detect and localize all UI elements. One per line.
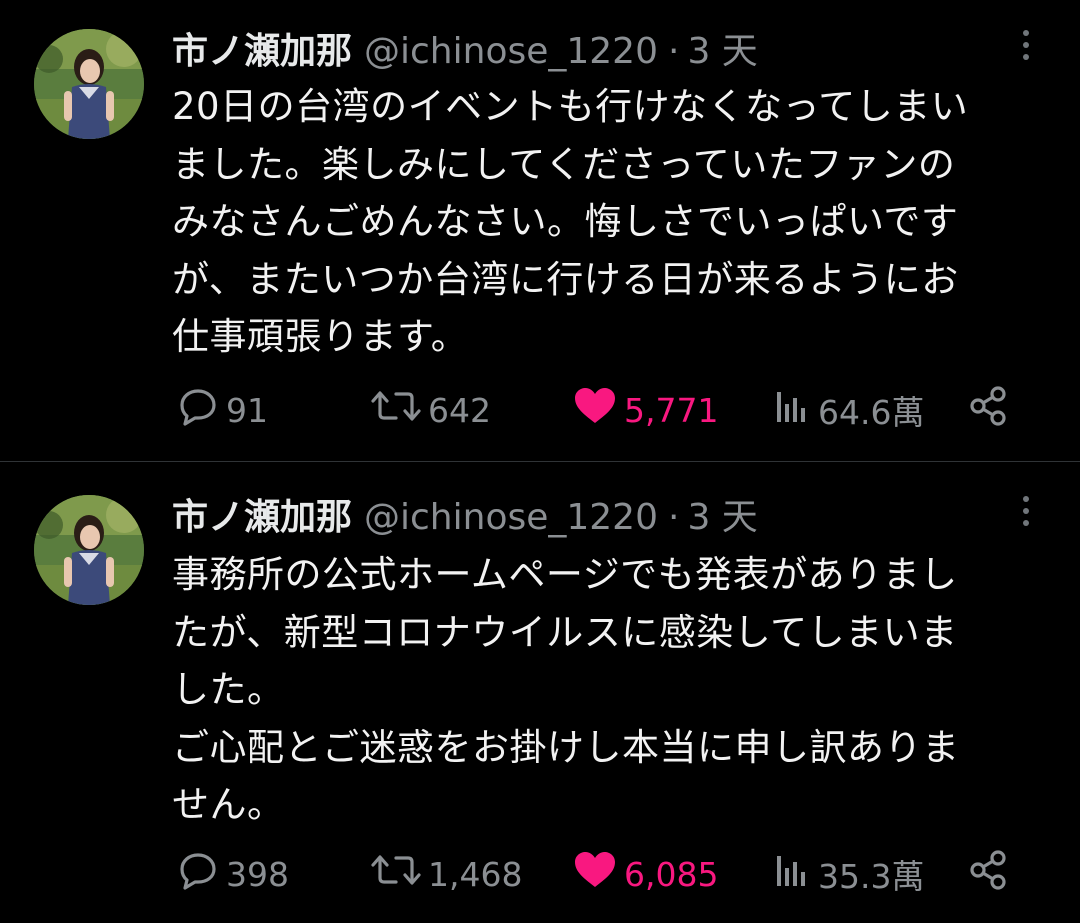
tweet[interactable]: 市ノ瀬加那 @ichinose_1220 · 3 天 事務所の公式ホームページで… (0, 463, 1080, 923)
tweet-text-line: した。 (172, 668, 285, 711)
tweet-text-line: せん。 (172, 783, 285, 826)
views-chart-icon (772, 850, 812, 898)
more-vertical-icon[interactable] (1018, 496, 1034, 536)
tweet-text-line: ご心配とご迷惑をお掛けし本当に申し訳ありま (172, 725, 960, 769)
views-button[interactable]: 64.6萬 (772, 385, 924, 435)
tweet-text-line: 仕事頑張ります。 (172, 315, 469, 358)
retweet-button[interactable]: 1,468 (370, 849, 522, 899)
avatar-photo (34, 495, 144, 605)
reply-count: 398 (226, 854, 289, 894)
tweet-divider (0, 461, 1080, 462)
retweet-icon (370, 386, 422, 434)
tweet-text: 20日の台湾のイベントも行けなくなってしまい ました。楽しみにしてくださっていた… (172, 78, 1052, 366)
reply-button[interactable]: 91 (176, 385, 268, 435)
tweet-text-line: ました。楽しみにしてくださっていたファンの (172, 142, 956, 186)
tweet[interactable]: 市ノ瀬加那 @ichinose_1220 · 3 天 20日の台湾のイベントも行… (0, 0, 1080, 462)
retweet-count: 1,468 (428, 854, 523, 894)
retweet-button[interactable]: 642 (370, 385, 491, 435)
like-count: 5,771 (624, 390, 719, 430)
like-button[interactable]: 6,085 (572, 849, 718, 899)
reply-count: 91 (226, 390, 268, 430)
share-button[interactable] (968, 849, 1016, 899)
tweet-header: 市ノ瀬加那 @ichinose_1220 · 3 天 (172, 26, 758, 78)
like-button[interactable]: 5,771 (572, 385, 718, 435)
separator-dot: · (668, 497, 680, 538)
tweet-text-line: みなさんごめんなさい。悔しさでいっぱいです (172, 200, 959, 243)
avatar[interactable] (34, 29, 144, 139)
heart-filled-icon (572, 386, 618, 434)
views-button[interactable]: 35.3萬 (772, 849, 924, 899)
views-count: 35.3萬 (818, 857, 925, 896)
retweet-count: 642 (428, 390, 491, 430)
share-button[interactable] (968, 385, 1016, 435)
retweet-icon (370, 850, 422, 898)
tweet-text-line: たが、新型コロナウイルスに感染してしまいま (172, 610, 958, 654)
separator-dot: · (668, 31, 680, 72)
display-name[interactable]: 市ノ瀬加那 (172, 26, 352, 78)
tweet-text-line: 事務所の公式ホームページでも発表がありまし (172, 553, 958, 596)
reply-icon (176, 850, 220, 898)
action-bar: 398 1,468 6,085 35.3萬 (172, 849, 1022, 899)
timestamp[interactable]: 3 天 (687, 492, 757, 544)
more-vertical-icon[interactable] (1018, 30, 1034, 70)
heart-filled-icon (572, 850, 618, 898)
tweet-text: 事務所の公式ホームページでも発表がありまし たが、新型コロナウイルスに感染してし… (172, 546, 1052, 834)
display-name[interactable]: 市ノ瀬加那 (172, 492, 352, 544)
share-icon (968, 385, 1010, 435)
share-icon (968, 849, 1010, 899)
tweet-text-line: 20日の台湾のイベントも行けなくなってしまい (172, 85, 969, 128)
like-count: 6,085 (624, 854, 719, 894)
avatar[interactable] (34, 495, 144, 605)
views-chart-icon (772, 386, 812, 434)
user-handle[interactable]: @ichinose_1220 (364, 492, 658, 544)
reply-button[interactable]: 398 (176, 849, 289, 899)
views-count: 64.6萬 (818, 393, 925, 432)
action-bar: 91 642 5,771 64.6萬 (172, 385, 1022, 435)
tweet-text-line: が、またいつか台湾に行ける日が来るようにお (172, 257, 959, 301)
reply-icon (176, 386, 220, 434)
avatar-photo (34, 29, 144, 139)
tweet-header: 市ノ瀬加那 @ichinose_1220 · 3 天 (172, 492, 758, 544)
user-handle[interactable]: @ichinose_1220 (364, 26, 658, 78)
timestamp[interactable]: 3 天 (687, 26, 757, 78)
